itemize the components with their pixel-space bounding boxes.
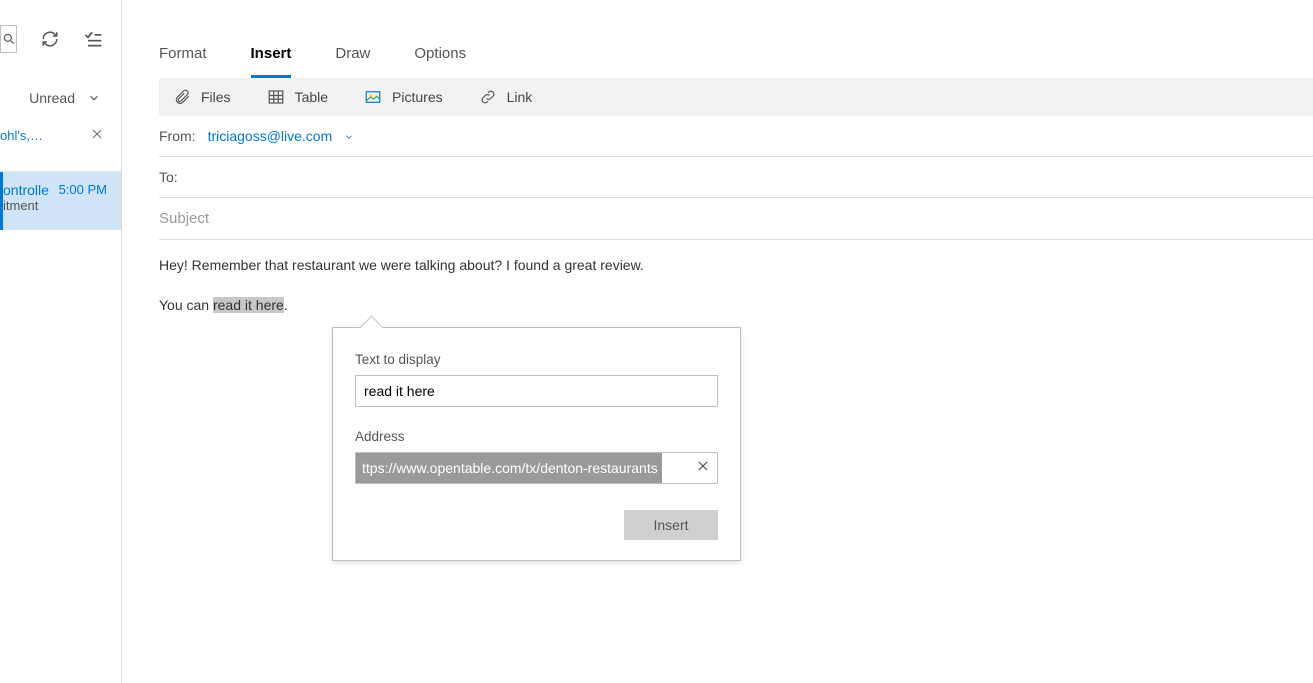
chevron-down-icon bbox=[344, 132, 354, 142]
ribbon-label: Link bbox=[507, 89, 533, 105]
unread-filter[interactable]: Unread bbox=[0, 78, 121, 118]
from-email-value: triciagoss@live.com bbox=[208, 128, 333, 144]
insert-files-button[interactable]: Files bbox=[173, 88, 231, 106]
tab-insert[interactable]: Insert bbox=[251, 45, 292, 62]
unread-label: Unread bbox=[29, 90, 75, 106]
mail-list-panel: Unread ohl's,… ontrolle 5:00 PM itment bbox=[0, 0, 122, 683]
address-selected-text: ttps://www.opentable.com/tx/denton-resta… bbox=[356, 453, 662, 483]
insert-pictures-button[interactable]: Pictures bbox=[364, 88, 443, 106]
insert-ribbon: Files Table Pictures Link bbox=[159, 78, 1313, 116]
mail-list-toolbar bbox=[0, 0, 121, 78]
ribbon-label: Table bbox=[295, 89, 328, 105]
tab-options[interactable]: Options bbox=[414, 45, 466, 62]
mail-item[interactable]: ohl's,… bbox=[0, 118, 121, 172]
to-label: To: bbox=[159, 169, 178, 185]
mail-preview: itment bbox=[3, 198, 111, 213]
from-label: From: bbox=[159, 128, 196, 144]
insert-table-button[interactable]: Table bbox=[267, 88, 328, 106]
insert-link-popup: Text to display Address ttps://www.opent… bbox=[332, 327, 741, 561]
text-to-display-input[interactable] bbox=[355, 375, 718, 407]
mail-sender-truncated: ohl's,… bbox=[0, 128, 43, 143]
tab-format[interactable]: Format bbox=[159, 45, 207, 62]
ribbon-label: Pictures bbox=[392, 89, 443, 105]
picture-icon bbox=[364, 88, 382, 106]
subject-placeholder: Subject bbox=[159, 210, 209, 227]
compose-panel: Format Insert Draw Options Files Table P… bbox=[122, 0, 1313, 683]
mail-time: 5:00 PM bbox=[59, 182, 107, 197]
body-text: . bbox=[284, 297, 288, 313]
ribbon-label: Files bbox=[201, 89, 231, 105]
chevron-down-icon bbox=[87, 91, 101, 105]
compose-tabs: Format Insert Draw Options bbox=[159, 0, 1313, 78]
link-text-highlight: read it here bbox=[213, 297, 284, 313]
link-icon bbox=[479, 88, 497, 106]
address-label: Address bbox=[355, 429, 718, 444]
message-body[interactable]: Hey! Remember that restaurant we were ta… bbox=[159, 240, 1313, 317]
to-row[interactable]: To: bbox=[159, 157, 1313, 198]
search-icon[interactable] bbox=[0, 25, 17, 53]
clear-address-icon[interactable] bbox=[696, 459, 710, 476]
body-line: Hey! Remember that restaurant we were ta… bbox=[159, 254, 1313, 276]
select-mode-icon[interactable] bbox=[83, 29, 103, 49]
from-email-dropdown[interactable]: triciagoss@live.com bbox=[208, 128, 354, 144]
subject-row[interactable]: Subject bbox=[159, 198, 1313, 240]
insert-link-confirm-button[interactable]: Insert bbox=[624, 510, 718, 540]
paperclip-icon bbox=[173, 88, 191, 106]
refresh-icon[interactable] bbox=[41, 29, 59, 49]
table-icon bbox=[267, 88, 285, 106]
mail-item-selected[interactable]: ontrolle 5:00 PM itment bbox=[0, 172, 121, 230]
from-row: From: triciagoss@live.com bbox=[159, 116, 1313, 157]
body-line: You can read it here. bbox=[159, 294, 1313, 316]
insert-link-button[interactable]: Link bbox=[479, 88, 533, 106]
dismiss-icon[interactable] bbox=[91, 128, 103, 143]
text-to-display-label: Text to display bbox=[355, 352, 718, 367]
body-text: You can bbox=[159, 297, 213, 313]
tab-draw[interactable]: Draw bbox=[335, 45, 370, 62]
